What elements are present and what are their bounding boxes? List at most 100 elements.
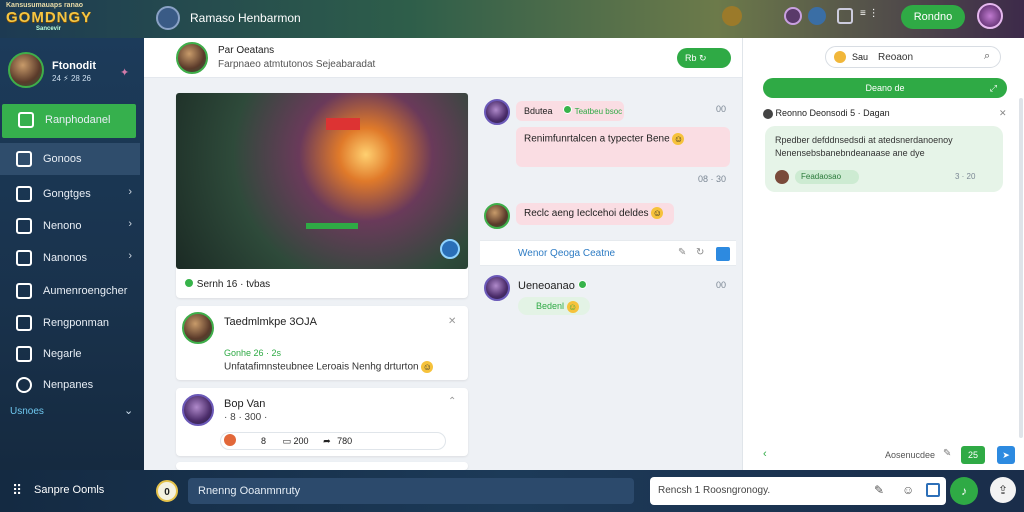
logo-line1: Kansusumauaps ranao [6, 2, 84, 9]
section-label: Usnoes [10, 406, 44, 417]
sidebar-item-network[interactable]: Nenpanes [0, 369, 140, 401]
skill-icon[interactable] [440, 239, 460, 259]
send-icon[interactable]: ➤ [997, 446, 1015, 464]
sidebar-item-games[interactable]: Gonoos [0, 143, 140, 175]
coin-icon[interactable]: 0 [156, 480, 178, 502]
search-icon[interactable]: ⌕ [984, 50, 990, 63]
sidebar-item-shop[interactable]: Negarle [0, 338, 140, 370]
news-icon [16, 218, 32, 234]
settings-icon[interactable] [837, 8, 853, 24]
post-card-partial[interactable] [176, 462, 468, 470]
sidebar-item-home[interactable]: Ranphodanel [2, 104, 136, 138]
mic-button[interactable]: ♪ [950, 477, 978, 505]
twitter-icon[interactable] [716, 247, 730, 261]
feed-avatar[interactable] [176, 42, 208, 74]
sidebar-item-rankings[interactable]: Rengponman [0, 307, 140, 339]
link-text[interactable]: Wenor Qeoga Ceatne [518, 248, 615, 259]
fire-effect-icon [326, 118, 360, 130]
app-logo[interactable]: Kansusumauaps ranao GOMDNGY Sancevir [6, 2, 114, 32]
feed-header-sub: Farpnaeo atmtutonos Sejeabaradat [218, 59, 376, 70]
sidebar-item-label: Gonoos [43, 153, 82, 165]
edit-icon[interactable]: ✎ [678, 247, 686, 258]
chat-author[interactable]: Bdutea [524, 106, 553, 116]
grid-icon[interactable]: ⠿ [12, 482, 22, 499]
notification-icon[interactable] [722, 6, 742, 26]
chat-footer: 08 · 30 [698, 174, 727, 184]
chat-time: 00 [716, 104, 727, 114]
post-text: Unfatafimnsteubnee Leroais Nenhg drturto… [224, 361, 434, 373]
scrollbar[interactable] [1019, 98, 1023, 438]
menu-icon[interactable]: ≡ ⋮ [860, 8, 890, 24]
footer-count-text: 25 [967, 450, 978, 460]
thread-user-avatar[interactable] [775, 170, 789, 184]
sidebar-item-label: Nenono [43, 220, 82, 232]
network-icon [16, 377, 32, 393]
thread-text: Rpedber defddnsedsdi at atedsnerdanoenoy… [775, 135, 953, 158]
chat-avatar[interactable] [484, 275, 510, 301]
post-card[interactable]: Taedmlmkpe 3OJA Gonhe 26 · 2s Unfatafimn… [176, 306, 468, 380]
post-author[interactable]: Taedmlmkpe 3OJA [224, 316, 317, 328]
close-icon[interactable]: ✕ [448, 316, 456, 327]
chat-avatar[interactable] [484, 99, 510, 125]
video-card[interactable]: Sernh 16 · tvbas [176, 93, 468, 298]
refresh-icon[interactable]: ↻ [696, 247, 704, 258]
post-avatar[interactable] [182, 312, 214, 344]
chat-avatar[interactable] [484, 203, 510, 229]
section-users[interactable]: Usnoes ⌄ [0, 402, 140, 424]
upload-button[interactable]: ⇪ [990, 477, 1016, 503]
community-button[interactable]: Rnenng Ooanmnruty [188, 478, 634, 504]
thread-time: 3 · 20 [955, 172, 976, 181]
chevron-up-icon[interactable]: ⌃ [448, 396, 456, 407]
community-label: Rnenng Ooanmnruty [198, 485, 301, 497]
coin-label: 0 [164, 487, 170, 498]
sidebar-item-label: Aumenroengcher [43, 285, 128, 297]
chat-author[interactable]: Ueneoanao [518, 280, 587, 292]
edit-icon[interactable]: ✎ [943, 448, 951, 459]
sidebar-item-label: Nenpanes [43, 379, 94, 391]
join-button[interactable]: Deano de ⤢ [763, 78, 1007, 98]
sidebar-item-label: Ranphodanel [45, 114, 111, 126]
comment-icon[interactable]: ▭ [282, 436, 291, 446]
expand-icon: ⤢ [989, 83, 997, 93]
emoji-icon[interactable]: ☺ [902, 483, 914, 497]
register-button[interactable]: Rondno [901, 5, 965, 29]
feed-toggle[interactable]: Rb ↻ [677, 48, 731, 68]
sidebar-item-label: Nanonos [43, 252, 88, 264]
globe-icon[interactable] [808, 7, 826, 25]
reply-input[interactable]: Rencsh 1 Roosngronogy. ✎ ☺ [650, 477, 946, 505]
close-icon[interactable]: ✕ [999, 108, 1007, 119]
link-preview-bar[interactable]: Wenor Qeoga Ceatne ✎ ↻ [480, 240, 736, 266]
sidebar-item-label: Negarle [43, 348, 82, 360]
chevron-right-icon: › [128, 250, 132, 262]
sidebar-item-groups[interactable]: Gongtges › [0, 178, 140, 210]
search-input[interactable]: Reoaon [878, 52, 913, 63]
chat-author-name: Ueneoanao [518, 280, 575, 292]
logo-main: GOMDNGY [6, 9, 93, 26]
sidebar-item-events[interactable]: Nanonos › [0, 242, 140, 274]
bottom-label[interactable]: Sanpre Oomls [34, 484, 104, 496]
post-card[interactable]: Bop Van · 8 · 300 · ⌃ ● 8 ▭ 200 ➦ 780 [176, 388, 468, 456]
pen-icon[interactable]: ✎ [874, 483, 884, 497]
shop-icon [16, 346, 32, 362]
footer-count[interactable]: 25 [961, 446, 985, 464]
post-author[interactable]: Bop Van [224, 398, 265, 410]
game-icon[interactable] [156, 6, 180, 30]
chat-message-bubble: Reclc aeng Ieclcehoi deldes ☺ [516, 203, 674, 225]
thread-card[interactable]: Rpedber defddnsedsdi at atedsnerdanoenoy… [765, 126, 1003, 192]
chevron-left-icon[interactable]: ‹ [763, 448, 767, 460]
sidebar-item-label: Gongtges [43, 188, 91, 200]
sidebar-item-achievements[interactable]: Aumenroengcher [0, 275, 140, 307]
coin-icon [834, 51, 846, 63]
share-icon[interactable]: ➦ [323, 436, 331, 446]
thread-tag-text: Feadaosao [801, 172, 842, 181]
user-avatar[interactable] [977, 3, 1003, 29]
game-video[interactable] [176, 93, 468, 269]
search-bar[interactable]: Sau Reoaon ⌕ [825, 46, 1001, 68]
gif-icon[interactable] [926, 483, 940, 497]
friend-avatar-icon[interactable] [784, 7, 802, 25]
sidebar-item-news[interactable]: Nenono › [0, 210, 140, 242]
sparkle-icon: ✦ [120, 67, 130, 79]
post-avatar[interactable] [182, 394, 214, 426]
chat-name-bubble: Bdutea Teatbeu bsoc [516, 101, 624, 121]
profile-avatar[interactable] [8, 52, 44, 88]
